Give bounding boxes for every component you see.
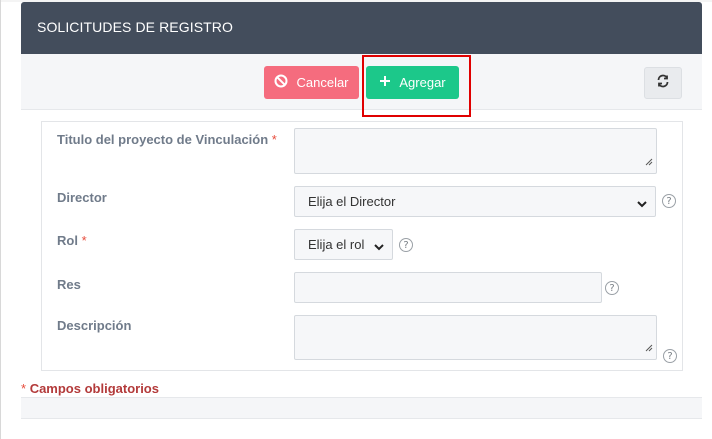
director-label-text: Director	[57, 190, 107, 205]
titulo-label-text: Titulo del proyecto de Vinculación	[57, 132, 269, 147]
cancel-button-label: Cancelar	[296, 75, 349, 90]
refresh-icon	[656, 74, 670, 93]
cancel-button[interactable]: Cancelar	[264, 66, 359, 99]
required-note-text: Campos obligatorios	[29, 381, 159, 396]
res-input[interactable]	[294, 272, 602, 303]
panel-header: SOLICITUDES DE REGISTRO	[21, 2, 702, 54]
help-icon[interactable]: ?	[605, 281, 619, 295]
required-mark: *	[271, 132, 277, 147]
chevron-down-icon	[637, 196, 647, 211]
director-select[interactable]: Elija el Director	[294, 186, 656, 217]
required-mark: *	[81, 233, 87, 248]
resize-handle-icon[interactable]	[645, 153, 653, 171]
ban-icon	[274, 74, 296, 91]
descripcion-label-text: Descripción	[57, 318, 132, 333]
footer-bar	[21, 397, 702, 419]
descripcion-textarea[interactable]	[294, 315, 657, 360]
chevron-down-icon	[374, 239, 384, 254]
help-icon[interactable]: ?	[399, 238, 413, 252]
titulo-textarea[interactable]	[294, 128, 657, 174]
rol-label-text: Rol	[57, 233, 78, 248]
app-window: SOLICITUDES DE REGISTRO Cancelar Agregar	[0, 0, 712, 439]
help-icon[interactable]: ?	[663, 349, 677, 363]
director-label: Director	[57, 190, 107, 205]
rol-selected-value: Elija el rol	[308, 237, 365, 252]
descripcion-label: Descripción	[57, 318, 131, 333]
res-label-text: Res	[57, 277, 81, 292]
rol-select[interactable]: Elija el rol	[294, 229, 393, 260]
resize-handle-icon[interactable]	[645, 339, 653, 357]
help-icon[interactable]: ?	[662, 194, 676, 208]
res-label: Res	[57, 277, 81, 292]
page-title: SOLICITUDES DE REGISTRO	[37, 19, 233, 35]
titulo-label: Titulo del proyecto de Vinculación *	[57, 132, 277, 147]
required-fields-note: * Campos obligatorios	[21, 381, 159, 396]
refresh-button[interactable]	[644, 67, 682, 99]
director-selected-value: Elija el Director	[308, 194, 396, 209]
rol-label: Rol *	[57, 233, 87, 248]
highlight-box	[362, 55, 471, 117]
required-mark: *	[21, 381, 27, 396]
